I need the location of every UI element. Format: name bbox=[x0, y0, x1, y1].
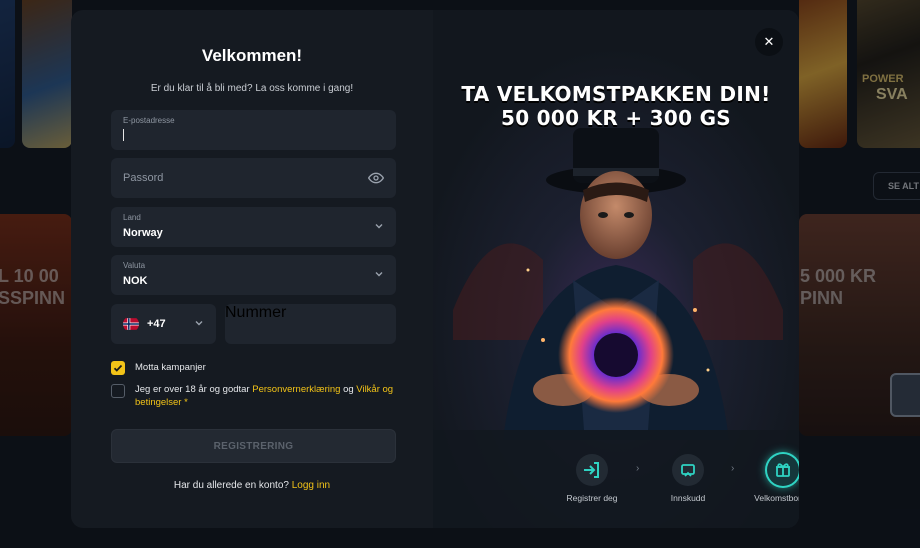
login-link[interactable]: Logg inn bbox=[292, 480, 330, 491]
wallet-icon bbox=[681, 464, 695, 477]
email-label: E-postadresse bbox=[123, 116, 175, 125]
terms-checkbox-label[interactable]: Jeg er over 18 år og godtar Personverner… bbox=[135, 383, 395, 409]
promo-checkbox-label[interactable]: Motta kampanjer bbox=[135, 361, 395, 374]
currency-value: NOK bbox=[123, 275, 148, 287]
step-bonus bbox=[767, 454, 799, 486]
required-marker: * bbox=[181, 397, 188, 408]
email-field[interactable]: E-postadresse bbox=[111, 110, 396, 150]
chevron-right-icon: › bbox=[731, 463, 735, 474]
terms-checkbox[interactable] bbox=[111, 384, 125, 398]
close-icon: ✕ bbox=[763, 34, 775, 49]
step-deposit-label: Innskudd bbox=[670, 493, 706, 503]
registration-modal: Velkommen! Er du klar til å bli med? La … bbox=[71, 10, 799, 528]
promo-headline: TA VELKOMSTPAKKEN DIN! bbox=[461, 82, 771, 106]
gift-icon bbox=[776, 463, 790, 477]
phone-number-field[interactable]: Nummer bbox=[225, 304, 396, 344]
currency-label: Valuta bbox=[123, 261, 146, 270]
step-register bbox=[576, 454, 608, 486]
currency-select[interactable]: Valuta NOK bbox=[111, 255, 396, 295]
country-select[interactable]: Land Norway bbox=[111, 207, 396, 247]
eye-icon[interactable] bbox=[368, 170, 384, 186]
chevron-down-icon bbox=[375, 224, 383, 229]
chevron-right-icon: › bbox=[636, 463, 640, 474]
step-register-label: Registrer deg bbox=[566, 493, 618, 503]
password-field[interactable]: Passord bbox=[111, 158, 396, 198]
terms-text-and: og bbox=[340, 384, 357, 395]
phone-code-value: +47 bbox=[147, 318, 166, 330]
login-prompt: Har du allerede en konto? Logg inn bbox=[71, 480, 433, 491]
country-label: Land bbox=[123, 213, 141, 222]
checkmark-icon bbox=[113, 364, 123, 372]
modal-title: Velkommen! bbox=[201, 46, 303, 65]
country-value: Norway bbox=[123, 227, 163, 239]
phone-number-placeholder: Nummer bbox=[225, 304, 287, 321]
terms-text: Jeg er over 18 år og godtar bbox=[135, 384, 253, 395]
norway-flag-icon bbox=[123, 318, 139, 330]
welcome-promo-panel: TA VELKOMSTPAKKEN DIN! 50 000 KR + 300 G… bbox=[433, 10, 799, 528]
login-prompt-text: Har du allerede en konto? bbox=[173, 480, 289, 491]
step-deposit bbox=[672, 454, 704, 486]
chevron-down-icon bbox=[375, 272, 383, 277]
phone-code-select[interactable]: +47 bbox=[111, 304, 216, 344]
step-bonus-label: Velkomstbonus bbox=[754, 493, 799, 503]
text-cursor bbox=[123, 129, 124, 141]
privacy-policy-link[interactable]: Personvernerklæring bbox=[252, 384, 340, 395]
promo-offer: 50 000 KR + 300 GS bbox=[500, 106, 732, 130]
modal-subtitle: Er du klar til å bli med? La oss komme i… bbox=[150, 83, 354, 94]
registration-form: Velkommen! Er du klar til å bli med? La … bbox=[71, 10, 433, 528]
register-button[interactable]: REGISTRERING bbox=[111, 429, 396, 463]
chevron-down-icon bbox=[195, 321, 203, 326]
close-button[interactable]: ✕ bbox=[755, 28, 783, 56]
password-placeholder: Passord bbox=[123, 172, 164, 184]
promo-checkbox[interactable] bbox=[111, 361, 125, 375]
sign-in-icon bbox=[584, 462, 599, 478]
